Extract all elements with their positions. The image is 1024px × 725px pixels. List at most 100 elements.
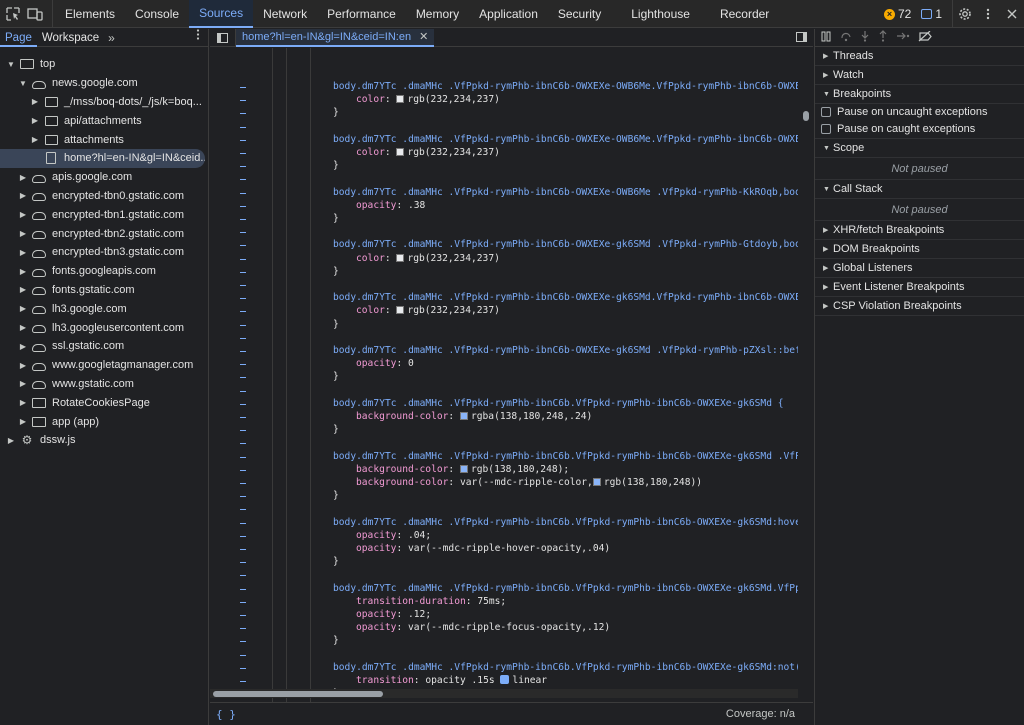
code-line[interactable]: opacity: .38 [356,199,425,212]
gutter-marker[interactable] [240,113,246,115]
collapsed-triangle-icon[interactable]: ▶ [18,304,28,313]
tree-item[interactable]: ▶ fonts.googleapis.com [0,262,208,281]
tree-item[interactable]: ▶ attachments [0,130,208,149]
code-line[interactable]: } [333,212,339,225]
section-dom-breakpoints[interactable]: ▶ DOM Breakpoints [815,240,1024,259]
collapsed-triangle-icon[interactable]: ▶ [18,248,28,257]
code-line[interactable]: body.dm7YTc .dmaMHc .VfPpkd-rymPhb-ibnC6… [333,582,798,595]
tab-security[interactable]: Security [548,0,611,28]
gutter-marker[interactable] [240,522,246,524]
gutter-marker[interactable] [240,601,246,603]
code-line[interactable]: } [333,265,339,278]
toggle-navigator-icon[interactable] [210,28,236,47]
color-swatch[interactable] [459,464,468,473]
step-out-icon[interactable] [878,30,888,45]
color-swatch[interactable] [396,253,405,262]
pause-resume-icon[interactable] [821,31,832,45]
tree-item[interactable]: ▶ ssl.gstatic.com [0,337,208,356]
gutter-marker[interactable] [240,192,246,194]
code-line[interactable]: background-color: rgba(138,180,248,.24) [356,410,592,423]
close-tab-icon[interactable]: ✕ [419,30,428,43]
collapsed-triangle-icon[interactable]: ▶ [30,116,40,125]
gutter-marker[interactable] [240,628,246,630]
tree-item[interactable]: ▶ lh3.google.com [0,299,208,318]
checkbox[interactable] [821,124,831,134]
code-line[interactable]: } [333,318,339,331]
gutter-marker[interactable] [240,324,246,326]
gutter-marker[interactable] [240,509,246,511]
gutter-marker[interactable] [240,588,246,590]
code-line[interactable]: opacity: 0 [356,357,414,370]
tree-item[interactable]: ▶ app (app) [0,412,208,431]
gutter-marker[interactable] [240,232,246,234]
color-swatch[interactable] [396,95,405,104]
gutter-marker[interactable] [240,153,246,154]
code-line[interactable]: } [333,106,339,119]
horizontal-scroll-track[interactable] [210,689,798,698]
collapsed-triangle-icon[interactable]: ▶ [18,417,28,426]
step-over-icon[interactable] [840,31,852,45]
gutter-marker[interactable] [240,483,246,484]
code-line[interactable]: body.dm7YTc .dmaMHc .VfPpkd-rymPhb-ibnC6… [333,238,798,251]
code-line[interactable]: } [333,555,339,568]
code-line[interactable]: background-color: var(--mdc-ripple-color… [356,476,702,489]
code-line[interactable]: color: rgb(232,234,237) [356,304,500,317]
collapsed-triangle-icon[interactable]: ▶ [18,191,28,200]
code-line[interactable]: body.dm7YTc .dmaMHc .VfPpkd-rymPhb-ibnC6… [333,397,784,410]
tree-item[interactable]: ▼ news.google.com [0,74,208,93]
tab-network[interactable]: Network [253,0,317,28]
section-csp-violation-breakpoints[interactable]: ▶ CSP Violation Breakpoints [815,297,1024,316]
tree-item[interactable]: ▶ lh3.googleusercontent.com [0,318,208,337]
gutter-marker[interactable] [240,469,246,471]
tree-item[interactable]: ▼ top [0,55,208,74]
code-line[interactable]: opacity: .12; [356,608,431,621]
gutter-marker[interactable] [240,443,246,445]
messages-badge[interactable]: 1 [921,7,942,21]
toggle-debugger-icon[interactable] [796,32,807,42]
warnings-badge[interactable]: × 72 [883,7,911,21]
tab-memory[interactable]: Memory [406,0,469,28]
tab-elements[interactable]: Elements [55,0,125,28]
code-line[interactable]: opacity: var(--mdc-ripple-hover-opacity,… [356,542,610,555]
tree-item[interactable]: ▶ encrypted-tbn0.gstatic.com [0,187,208,206]
gutter-marker[interactable] [240,351,246,352]
deactivate-breakpoints-icon[interactable] [918,30,932,45]
tab-workspace[interactable]: Workspace [37,29,104,47]
collapsed-triangle-icon[interactable]: ▶ [30,135,40,144]
step-icon[interactable] [896,31,910,44]
code-line[interactable]: background-color: rgb(138,180,248); [356,463,569,476]
code-line[interactable]: color: rgb(232,234,237) [356,146,500,159]
gutter-marker[interactable] [240,681,246,682]
collapsed-triangle-icon[interactable]: ▶ [18,398,28,407]
tab-application[interactable]: Application [469,0,548,28]
gutter-marker[interactable] [240,337,246,339]
tree-item[interactable]: ▶ encrypted-tbn3.gstatic.com [0,243,208,262]
pause-caught-checkbox[interactable]: Pause on caught exceptions [815,120,1024,139]
gutter-marker[interactable] [240,271,246,273]
code-line[interactable]: opacity: var(--mdc-ripple-focus-opacity,… [356,621,610,634]
code-line[interactable]: } [333,634,339,647]
gutter-marker[interactable] [240,245,246,247]
tree-item[interactable]: ▶ apis.google.com [0,168,208,187]
code-line[interactable]: } [333,423,339,436]
collapsed-triangle-icon[interactable]: ▶ [18,210,28,219]
gutter-marker[interactable] [240,179,246,181]
more-options-icon[interactable] [976,0,1000,28]
color-swatch[interactable] [459,412,468,420]
code-line[interactable]: transition-duration: 75ms; [356,595,506,608]
section-breakpoints[interactable]: ▼ Breakpoints [815,85,1024,104]
code-line[interactable]: } [333,489,339,502]
pretty-print-icon[interactable]: { } [216,708,236,721]
gutter-marker[interactable] [240,549,246,550]
collapsed-triangle-icon[interactable]: ▶ [30,97,40,106]
gutter-marker[interactable] [240,87,246,88]
tab-recorder[interactable]: Recorder [710,0,779,28]
tree-item[interactable]: ▶ api/attachments [0,111,208,130]
color-swatch[interactable] [396,306,405,315]
color-swatch[interactable] [592,478,601,486]
section-threads[interactable]: ▶ Threads [815,47,1024,66]
more-tabs-chevron-icon[interactable]: » [104,31,119,45]
tree-item[interactable]: ▶ www.gstatic.com [0,375,208,394]
gutter-marker[interactable] [240,535,246,537]
gutter-marker[interactable] [240,641,246,643]
